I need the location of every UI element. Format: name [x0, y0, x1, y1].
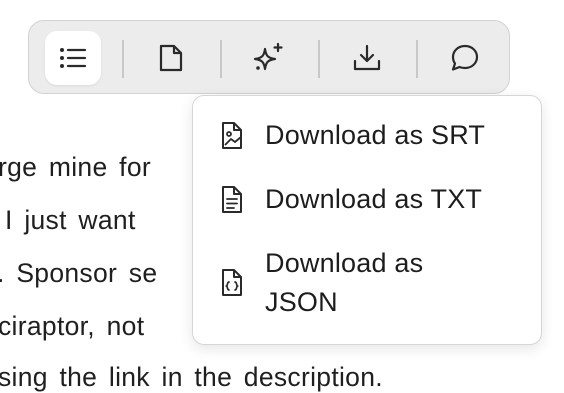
- page-view-button[interactable]: [143, 31, 199, 85]
- download-button[interactable]: [339, 31, 395, 85]
- list-view-button[interactable]: [45, 31, 101, 85]
- transcript-line: sing the link in the description.: [0, 362, 383, 392]
- code-file-icon: [222, 269, 242, 296]
- comment-button[interactable]: [437, 31, 493, 85]
- transcript-line: rge mine for: [0, 152, 151, 182]
- sparkles-icon: [253, 42, 283, 71]
- toolbar-separator: [220, 40, 222, 78]
- download-menu: Download as SRT Download as TXT Download…: [192, 95, 542, 345]
- download-icon: [353, 44, 381, 71]
- download-txt-item[interactable]: Download as TXT: [193, 180, 541, 220]
- transcript-line: . Sponsor se: [0, 258, 158, 288]
- download-srt-label: Download as SRT: [265, 120, 486, 150]
- comment-icon: [451, 44, 479, 71]
- download-json-label: Download as JSON: [265, 248, 424, 317]
- text-file-icon: [222, 186, 242, 213]
- ai-summary-button[interactable]: [241, 31, 297, 85]
- toolbar-separator: [318, 40, 320, 78]
- toolbar-separator: [122, 40, 124, 78]
- transcript-line: I just want: [5, 205, 136, 235]
- toolbar: [28, 20, 510, 94]
- download-srt-item[interactable]: Download as SRT: [193, 116, 541, 156]
- transcript-line: ciraptor, not: [0, 311, 145, 341]
- download-json-item[interactable]: Download as JSON: [193, 244, 541, 324]
- image-file-icon: [222, 122, 242, 149]
- toolbar-separator: [416, 40, 418, 78]
- download-txt-label: Download as TXT: [265, 184, 483, 214]
- page-icon: [159, 44, 183, 72]
- list-icon: [60, 48, 87, 68]
